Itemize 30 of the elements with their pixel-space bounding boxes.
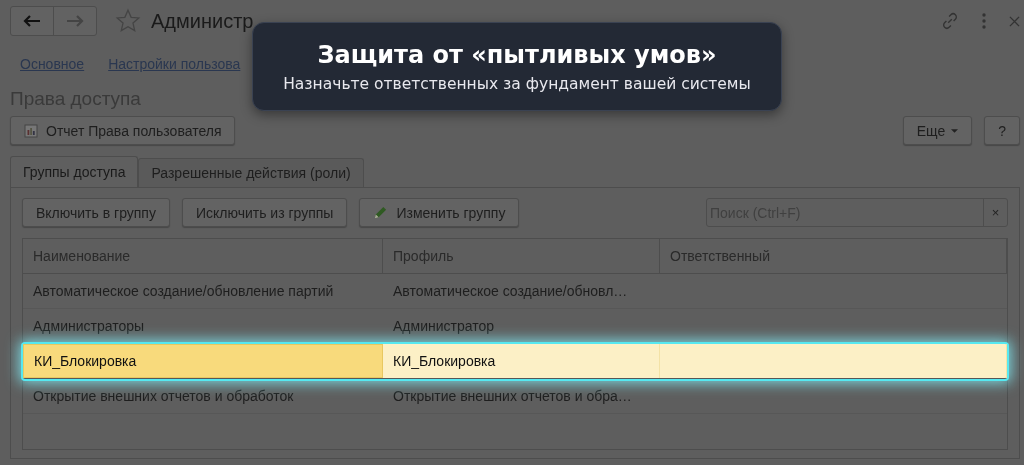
- table-row[interactable]: Открытие внешних отчетов и обработок Открытие внешних отчетов и обра…: [23, 379, 1007, 414]
- link-icon[interactable]: [941, 12, 959, 30]
- table-row[interactable]: Автоматическое создание/обновление партий Автоматическое создание/обновл…: [23, 274, 1007, 309]
- tooltip-title: Защита от «пытливых умов»: [317, 40, 717, 69]
- tab[interactable]: Группы доступа: [10, 156, 139, 187]
- tab[interactable]: Разрешенные действия (роли): [138, 158, 364, 187]
- caret-icon: [951, 128, 959, 133]
- table-cell: КИ_Блокировка: [23, 344, 383, 378]
- tooltip-text: Назначьте ответственных за фундамент вашей системы: [283, 74, 751, 93]
- toolbar-button[interactable]: Включить в группу: [22, 198, 170, 227]
- more-icon[interactable]: [981, 12, 987, 30]
- table-cell-text: Открытие внешних отчетов и обработок: [32, 387, 295, 406]
- table-cell: КИ_Блокировка: [383, 344, 660, 378]
- toolbar-button[interactable]: Исключить из группы: [181, 198, 348, 227]
- table-cell-text: Автоматическое создание/обновл…: [392, 282, 629, 301]
- window-title: Администр: [151, 9, 254, 33]
- report-button[interactable]: Отчет Права пользователя: [10, 116, 236, 145]
- table-cell-text: Автоматическое создание/обновление партий: [32, 282, 335, 301]
- table-cell-text: Администраторы: [32, 317, 146, 336]
- table-cell-text: Администратор: [392, 317, 495, 336]
- pencil-icon: [373, 205, 389, 220]
- report-icon: [24, 123, 38, 138]
- more-button[interactable]: Еще: [902, 116, 973, 145]
- table-cell-text: Открытие внешних отчетов и обра…: [392, 387, 633, 406]
- clear-button[interactable]: ×: [983, 199, 1007, 226]
- help-button[interactable]: ?: [984, 116, 1020, 145]
- table-row[interactable]: КИ_Блокировка КИ_Блокировка: [23, 344, 1007, 379]
- close-icon[interactable]: [1009, 15, 1020, 27]
- toolbar-button[interactable]: Изменить группу: [359, 198, 520, 227]
- star-icon[interactable]: [115, 8, 141, 34]
